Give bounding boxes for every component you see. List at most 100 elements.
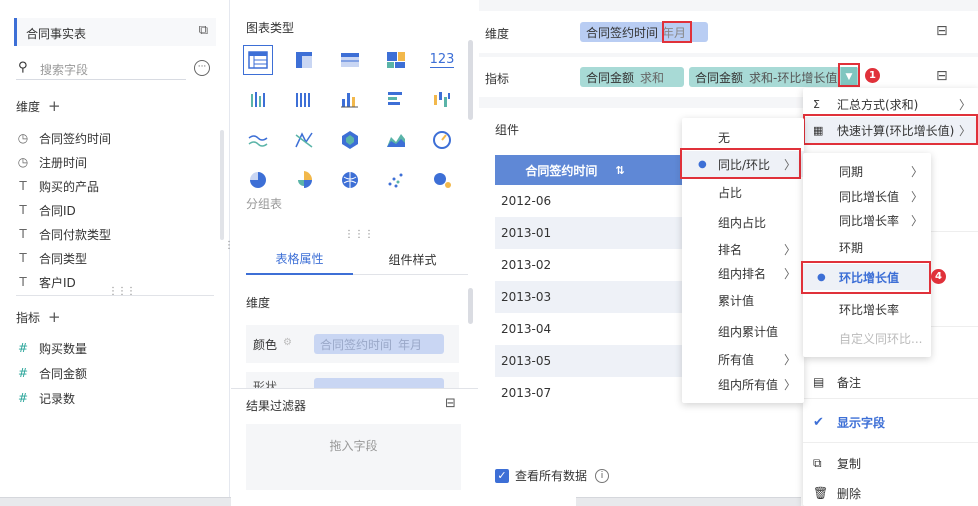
menu-item[interactable]: 占比 [682,179,804,205]
search-input[interactable]: ⚲ 搜索字段 [16,58,186,80]
horizontal-bar-icon[interactable] [381,85,411,115]
metric-calc-pill[interactable]: 合同金额 求和-环比增长值 [689,67,859,87]
settings-icon[interactable]: ⚙ [283,337,292,348]
table-cell: 2013-01 [501,226,552,240]
view-all-data[interactable]: ✓ 查看所有数据 i [495,467,610,484]
metric-label: 指标 [16,310,41,325]
dimension-settings-icon[interactable]: ⊟ [936,23,948,39]
table-row[interactable]: 2013-03 [495,281,655,313]
menu-item-note[interactable]: ▤ 备注 [803,369,978,395]
menu-item[interactable]: 组内排名 〉 [682,260,804,286]
add-metric-icon[interactable]: + [48,308,61,326]
menu-item[interactable]: 排名 〉 [682,236,804,262]
number-123-icon[interactable]: 123 [427,45,457,75]
info-icon[interactable]: i [595,468,610,483]
horizontal-scrollbar[interactable] [576,497,801,506]
treemap-icon[interactable] [381,45,411,75]
table-selector[interactable]: 合同事实表 ⧉ [14,18,216,46]
scatter-line-icon[interactable] [289,125,319,155]
menu-item[interactable]: 所有值 〉 [682,346,804,372]
rose-icon[interactable] [289,165,319,195]
waterfall-icon[interactable] [427,85,457,115]
column-chart-icon[interactable] [335,85,365,115]
menu-item[interactable]: 组内累计值 [682,318,804,344]
metric-field[interactable]: # 合同金额 [16,362,87,384]
menu-item-show-field[interactable]: ✔ 显示字段 [803,409,978,435]
checkbox-checked-icon[interactable]: ✓ [495,468,509,483]
menu-item-label: 环比增长率 [839,302,900,317]
bubble-icon[interactable] [427,165,457,195]
dot-scatter-icon[interactable] [381,165,411,195]
polygon-icon[interactable] [335,125,365,155]
text-type-icon: T [19,275,27,289]
metric-field-pill[interactable]: 合同金额 求和 [580,67,684,87]
metric-field[interactable]: # 记录数 [16,387,75,409]
switch-table-icon[interactable]: ⧉ [199,23,208,38]
table-row[interactable]: 2013-04 [495,313,655,345]
chevron-right-icon: 〉 [783,266,796,281]
menu-item[interactable]: 组内占比 [682,209,804,235]
resize-handle[interactable]: ⋮⋮⋮ [344,229,374,240]
menu-item-copy[interactable]: ⧉ 复制 [803,450,978,476]
tab-table-properties[interactable]: 表格属性 [246,243,353,275]
text-type-icon: T [19,179,27,193]
menu-item[interactable]: 同比增长值〉 [803,183,931,209]
field-label: 购买数量 [39,341,88,356]
dimension-field[interactable]: T 客户ID [16,271,75,293]
gauge-icon[interactable] [427,125,457,155]
chart-type-scrollbar[interactable] [468,40,473,120]
menu-item[interactable]: 环期 [803,234,931,260]
color-row: 颜色 ⚙ 合同签约时间 年月 [246,325,459,363]
dimension-field[interactable]: T 购买的产品 [16,175,99,197]
sort-icon[interactable]: ⇅ [615,164,624,177]
metric-settings-icon[interactable]: ⊟ [936,68,948,84]
shape-field-pill[interactable] [314,378,444,388]
add-dimension-icon[interactable]: + [48,97,61,115]
area-chart-icon[interactable] [381,125,411,155]
dimension-field[interactable]: ◷ 合同签约时间 [16,127,111,149]
color-field-pill[interactable]: 合同签约时间 年月 [314,334,444,354]
line-wave-icon[interactable] [243,125,273,155]
table-icon[interactable] [243,45,273,75]
filter-settings-icon[interactable]: ⊟ [445,396,456,411]
chevron-right-icon: 〉 [910,189,923,204]
menu-item-delete[interactable]: 🗑 删除 [803,480,978,506]
dimension-field[interactable]: ◷ 注册时间 [16,151,87,173]
menu-item: 自定义同环比... [803,325,931,351]
more-options-icon[interactable]: ··· [194,60,210,76]
pie-icon[interactable] [243,165,273,195]
menu-item-label: 汇总方式(求和) [837,97,919,112]
dimension-field[interactable]: T 合同付款类型 [16,223,111,245]
dimension-field[interactable]: T 合同ID [16,199,75,221]
menu-item[interactable]: 累计值 [682,287,804,313]
menu-item[interactable]: 组内所有值〉 [682,371,804,397]
grouped-bar-icon[interactable] [289,85,319,115]
chart-type-name: 分组表 [246,197,283,211]
resize-handle[interactable]: ⋮⋮⋮ [108,286,136,297]
filter-drop-zone[interactable]: 拖入字段 [246,424,461,490]
table-row[interactable]: 2013-05 [495,345,655,377]
dimension-field[interactable]: T 合同类型 [16,247,87,269]
table-row[interactable]: 2013-02 [495,249,655,281]
bar-chart-icon[interactable] [243,85,273,115]
menu-item[interactable]: 同比增长率〉 [803,207,931,233]
cross-table-icon[interactable] [335,45,365,75]
map-icon[interactable] [335,165,365,195]
menu-item-label: 自定义同环比... [839,331,923,346]
menu-item-label: 环期 [839,240,864,255]
menu-item[interactable]: 同期 〉 [803,158,931,184]
tab-component-style[interactable]: 组件样式 [357,243,468,275]
table-header-cell[interactable]: 合同签约时间 ⇅ [495,155,655,185]
left-vertical-scrollbar[interactable] [220,130,224,240]
table-row[interactable]: 2013-07 [495,377,655,409]
column-table-icon[interactable] [289,45,319,75]
highlight-box [801,261,931,294]
menu-item[interactable]: 环比增长率 [803,296,931,322]
menu-item-label: 复制 [837,456,862,471]
props-scrollbar[interactable] [468,288,473,324]
table-row[interactable]: 2012-06 [495,185,655,217]
table-row[interactable]: 2013-01 [495,217,655,249]
metric-field[interactable]: # 购买数量 [16,337,87,359]
clock-icon: ◷ [17,131,29,145]
menu-item[interactable]: 无 [682,124,804,150]
